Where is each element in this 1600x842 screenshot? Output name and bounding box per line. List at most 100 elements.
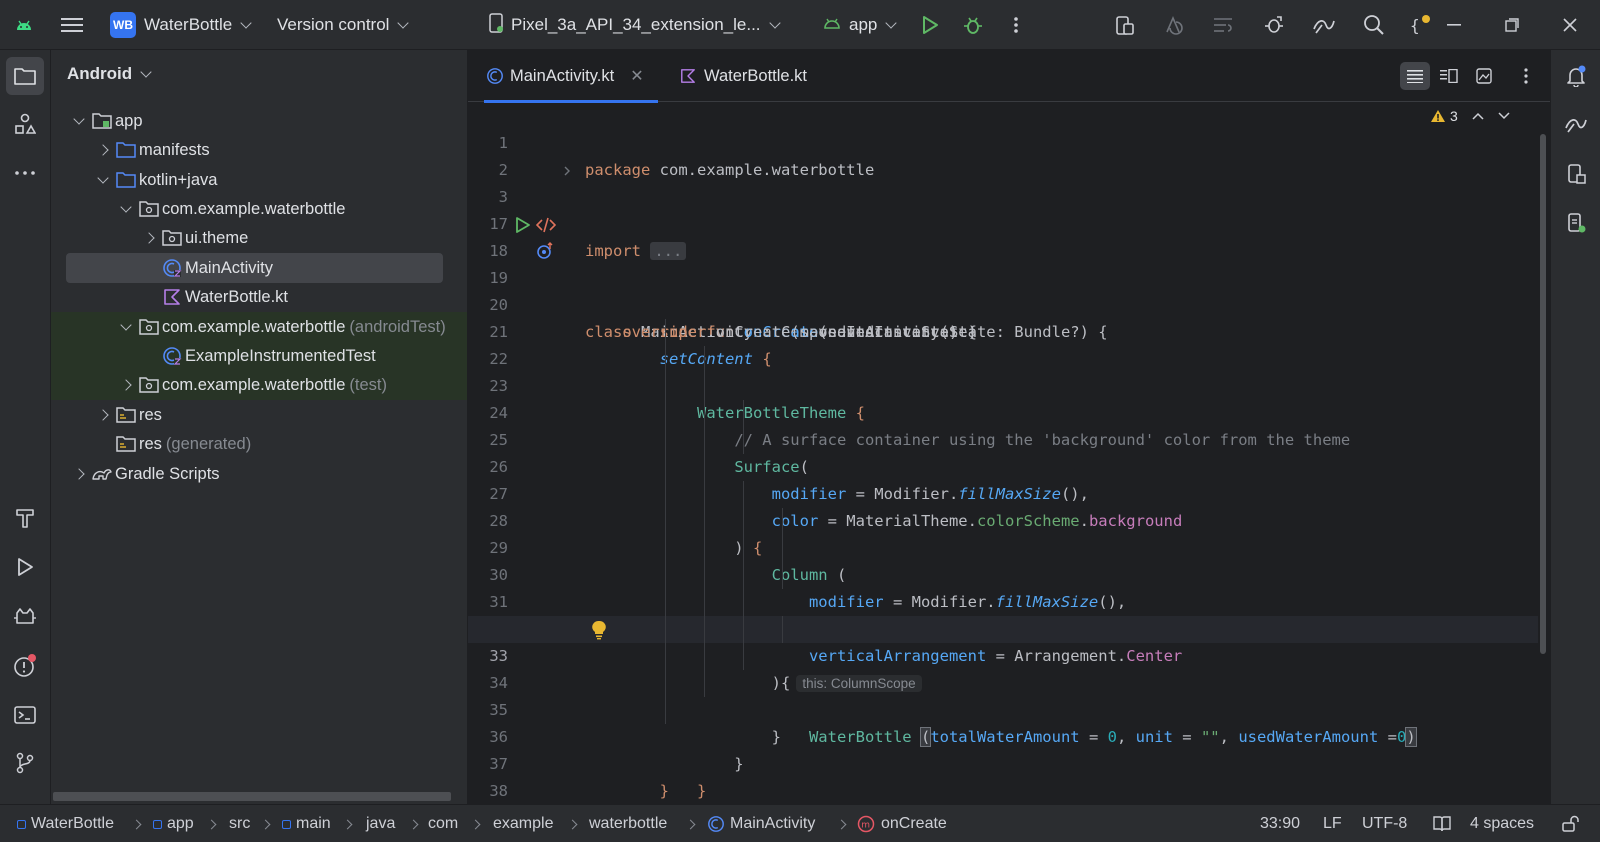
- package-icon: [161, 227, 183, 249]
- expand-arrow-icon[interactable]: [137, 232, 161, 244]
- breadcrumb-src[interactable]: src: [229, 805, 250, 842]
- expand-arrow-icon[interactable]: [91, 172, 115, 184]
- breadcrumb-java[interactable]: java: [366, 805, 395, 842]
- chevron-down-icon: [768, 16, 781, 29]
- sdk-manager-icon[interactable]: [1306, 0, 1342, 50]
- code-line: 24 Surface(: [468, 373, 1538, 476]
- breadcrumb-main-activity[interactable]: MainActivity: [707, 805, 815, 842]
- apply-code-changes-icon[interactable]: [1205, 0, 1241, 50]
- code-line: 28 Column (: [468, 481, 1538, 584]
- package-icon: [138, 374, 160, 396]
- breadcrumb-on-create[interactable]: m onCreate: [857, 805, 947, 842]
- expand-arrow-icon[interactable]: [114, 379, 138, 391]
- device-selector[interactable]: Pixel_3a_API_34_extension_le...: [489, 0, 781, 50]
- svg-text:m: m: [861, 821, 870, 831]
- restore-icon[interactable]: [1494, 0, 1530, 50]
- horizontal-scrollbar[interactable]: [53, 792, 451, 801]
- terminal-icon[interactable]: [6, 696, 44, 734]
- run-icon[interactable]: [912, 0, 948, 50]
- breadcrumb-project[interactable]: WaterBottle: [17, 805, 114, 842]
- tree-label: com.example.waterbottle: [162, 317, 346, 336]
- tree-item-package-main[interactable]: com.example.waterbottle: [114, 194, 345, 224]
- gemini-icon[interactable]: [1557, 105, 1595, 143]
- expand-arrow-icon[interactable]: [67, 468, 91, 480]
- more-vertical-icon[interactable]: [1511, 62, 1541, 90]
- tree-item-app[interactable]: app: [67, 106, 143, 136]
- problems-icon[interactable]: [6, 647, 44, 685]
- code-area[interactable]: 1 package com.example.waterbottle 2 3 im…: [468, 103, 1550, 804]
- tab-waterbottle-kt[interactable]: WaterBottle.kt: [680, 50, 807, 102]
- breadcrumb-label: java: [366, 815, 396, 832]
- line-ending[interactable]: LF: [1323, 805, 1342, 842]
- logcat-icon[interactable]: [6, 598, 44, 636]
- breadcrumb-module[interactable]: app: [153, 805, 194, 842]
- design-view-icon[interactable]: [1469, 62, 1499, 90]
- main-menu-icon[interactable]: [54, 0, 90, 50]
- expand-arrow-icon[interactable]: [91, 409, 115, 421]
- device-manager-icon[interactable]: [1106, 0, 1142, 50]
- breadcrumb-separator: [567, 805, 578, 842]
- code-line: 27 ) {: [468, 454, 1538, 557]
- resource-manager-icon[interactable]: [6, 105, 44, 143]
- close-tab-icon[interactable]: ✕: [630, 66, 643, 86]
- tree-item-kotlin-java[interactable]: kotlin+java: [91, 165, 217, 195]
- lightbulb-icon[interactable]: [592, 620, 606, 640]
- version-control-icon[interactable]: [6, 744, 44, 782]
- attach-debugger-icon[interactable]: [1256, 0, 1292, 50]
- minimize-icon[interactable]: [1436, 0, 1472, 50]
- search-icon[interactable]: [1356, 0, 1392, 50]
- project-selector[interactable]: WB WaterBottle: [110, 0, 252, 50]
- run-tool-icon[interactable]: [6, 548, 44, 586]
- running-devices-icon[interactable]: [1557, 204, 1595, 242]
- close-icon[interactable]: [1552, 0, 1588, 50]
- tree-item-res[interactable]: res: [91, 400, 162, 430]
- tree-item-example-instrumented-test[interactable]: ExampleInstrumentedTest: [51, 341, 467, 371]
- chevron-down-icon: [140, 65, 152, 78]
- code-view-icon[interactable]: [1400, 62, 1430, 90]
- code-line: 37 }: [468, 724, 1538, 800]
- notifications-icon[interactable]: [1557, 57, 1595, 95]
- unlock-icon[interactable]: [1561, 805, 1579, 842]
- vertical-scrollbar[interactable]: [1540, 134, 1546, 654]
- override-method-icon[interactable]: [536, 242, 554, 260]
- indent-setting[interactable]: 4 spaces: [1470, 805, 1534, 842]
- tree-item-ui-theme[interactable]: ui.theme: [137, 223, 248, 253]
- breadcrumb-com[interactable]: com: [428, 805, 458, 842]
- project-tool-icon[interactable]: [6, 57, 44, 95]
- build-icon[interactable]: [6, 499, 44, 537]
- tree-item-main-activity[interactable]: MainActivity: [66, 253, 443, 283]
- run-config-selector[interactable]: app: [823, 0, 898, 50]
- package-icon: [138, 198, 160, 220]
- tree-item-package-test[interactable]: com.example.waterbottle (test): [51, 370, 467, 400]
- expand-arrow-icon[interactable]: [114, 201, 138, 213]
- file-encoding[interactable]: UTF-8: [1362, 805, 1407, 842]
- more-tools-icon[interactable]: [6, 154, 44, 192]
- gutter-run-icon[interactable]: [515, 216, 531, 234]
- debug-icon[interactable]: [955, 0, 991, 50]
- tree-item-waterbottle-kt[interactable]: WaterBottle.kt: [161, 282, 288, 312]
- tree-item-package-android-test[interactable]: com.example.waterbottle (androidTest): [51, 312, 467, 342]
- expand-arrow-icon[interactable]: [114, 319, 138, 331]
- more-vertical-icon[interactable]: [998, 0, 1034, 50]
- tab-main-activity[interactable]: MainActivity.kt ✕: [484, 50, 658, 103]
- tree-item-manifests[interactable]: manifests: [91, 135, 210, 165]
- tree-item-gradle-scripts[interactable]: Gradle Scripts: [67, 459, 220, 489]
- split-view-icon[interactable]: [1434, 62, 1464, 90]
- breadcrumb-waterbottle[interactable]: waterbottle: [589, 805, 667, 842]
- vcs-selector[interactable]: Version control: [277, 0, 410, 50]
- code-with-me-icon[interactable]: {: [1402, 0, 1438, 50]
- readonly-toggle-icon[interactable]: [1432, 805, 1452, 842]
- breadcrumb-main[interactable]: main: [282, 805, 331, 842]
- caret-position[interactable]: 33:90: [1260, 805, 1300, 842]
- expand-arrow-icon[interactable]: [91, 144, 115, 156]
- device-manager-icon[interactable]: [1557, 155, 1595, 193]
- breadcrumb-separator: [131, 805, 142, 842]
- gutter-code-icon[interactable]: [536, 217, 556, 233]
- fold-expand-icon[interactable]: [563, 166, 571, 176]
- tree-item-res-generated[interactable]: res (generated): [115, 429, 251, 459]
- breadcrumb-example[interactable]: example: [493, 805, 553, 842]
- project-view-selector[interactable]: Android: [67, 64, 152, 84]
- kotlin-class-icon: [161, 345, 183, 367]
- expand-arrow-icon[interactable]: [67, 113, 91, 125]
- apply-changes-icon[interactable]: [1156, 0, 1192, 50]
